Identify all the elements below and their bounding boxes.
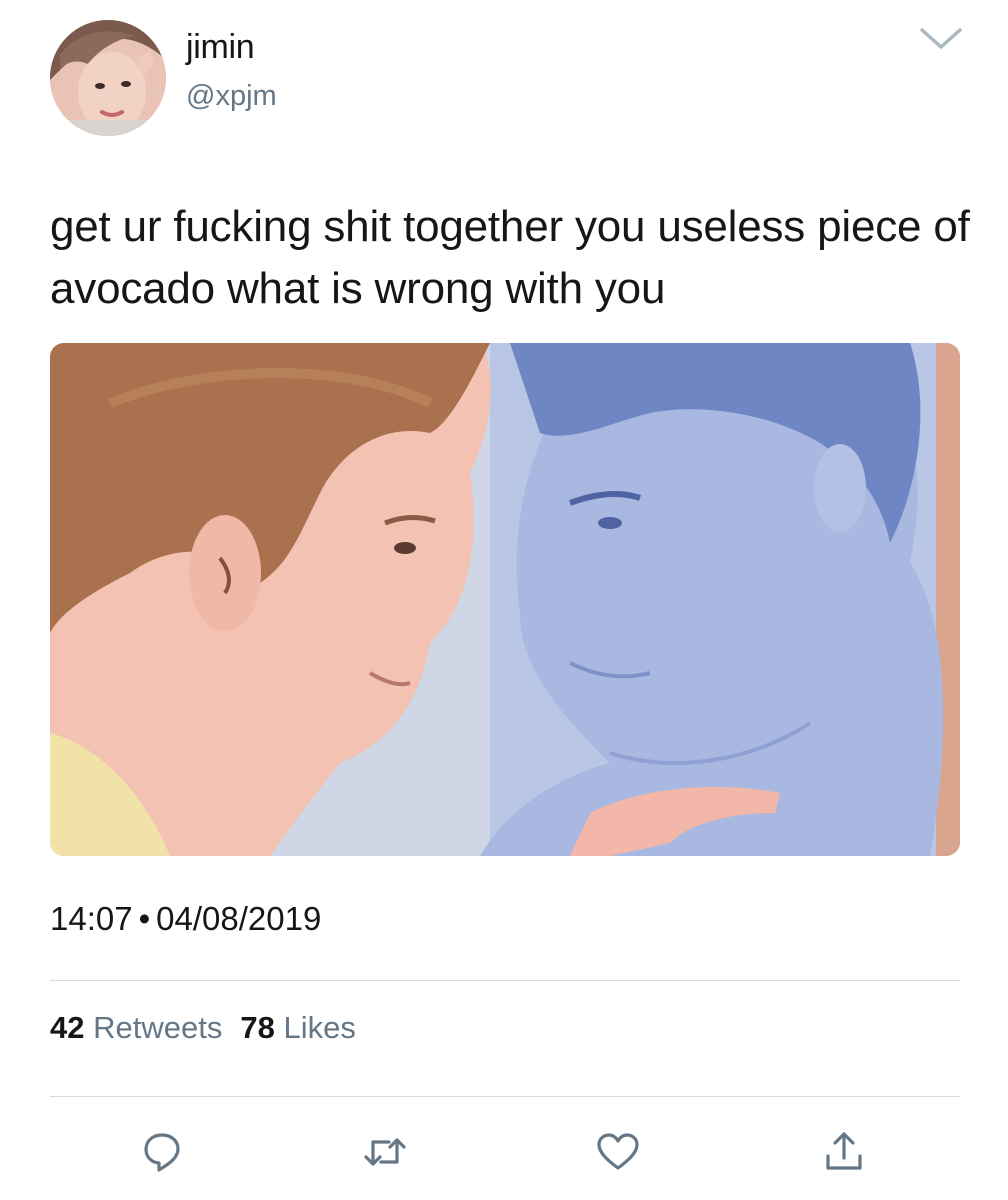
reply-icon (144, 1133, 180, 1172)
tweet-timestamp[interactable]: 14:07 • 04/08/2019 (50, 900, 321, 938)
chevron-down-icon[interactable] (918, 26, 964, 52)
tweet-time: 14:07 (50, 900, 133, 937)
retweets-label: Retweets (93, 1010, 223, 1045)
tweet-date: 04/08/2019 (156, 900, 322, 937)
profile-photo (50, 20, 166, 136)
separator-dot: • (138, 900, 151, 937)
tweet-media[interactable] (50, 343, 960, 856)
reply-button[interactable] (138, 1128, 186, 1176)
likes-count: 78 (240, 1010, 275, 1045)
share-icon (826, 1132, 862, 1170)
divider-top (50, 980, 960, 981)
likes-link[interactable]: 78 Likes (240, 1010, 355, 1045)
retweet-button[interactable] (361, 1128, 409, 1176)
likes-label: Likes (283, 1010, 356, 1045)
retweets-count: 42 (50, 1010, 85, 1045)
heart-icon (597, 1133, 639, 1170)
share-button[interactable] (820, 1128, 868, 1176)
user-handle[interactable]: @xpjm (186, 80, 277, 113)
engagement-stats: 42 Retweets 78 Likes (50, 1010, 356, 1046)
meme-illustration (50, 343, 960, 856)
avatar[interactable] (50, 20, 166, 136)
like-button[interactable] (594, 1128, 642, 1176)
display-name[interactable]: jimin (186, 28, 255, 67)
retweet-icon (364, 1138, 406, 1166)
retweets-link[interactable]: 42 Retweets (50, 1010, 222, 1045)
tweet-text: get ur fucking shit together you useless… (50, 202, 970, 313)
divider-bottom (50, 1096, 960, 1097)
